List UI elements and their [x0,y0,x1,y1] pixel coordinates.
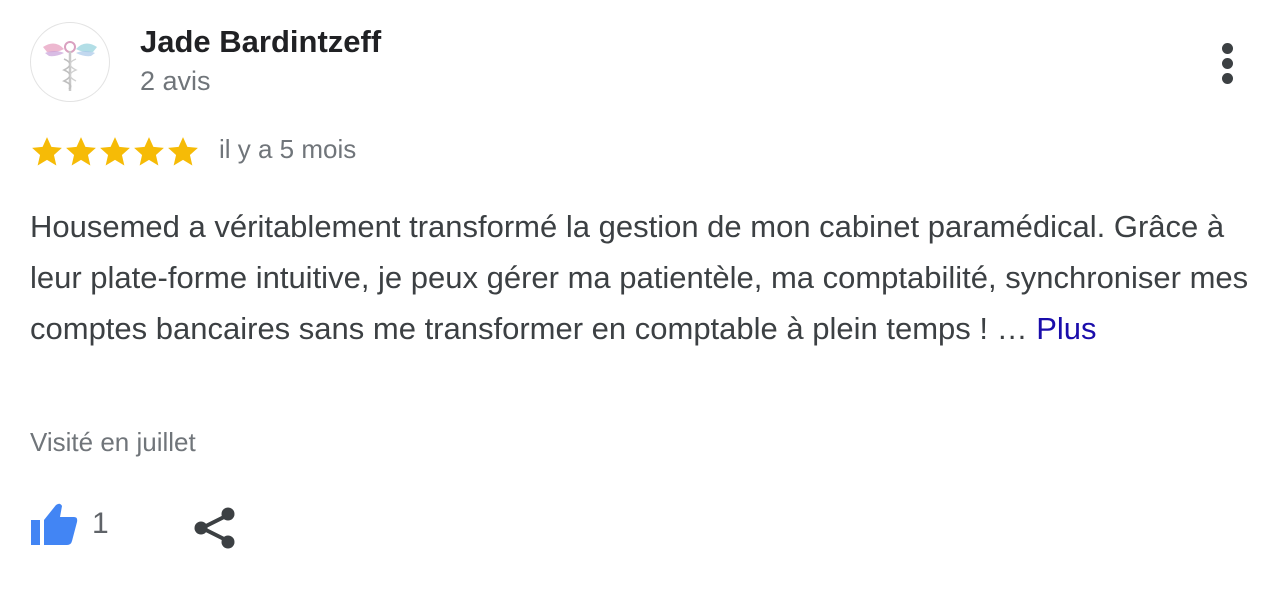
review-count[interactable]: 2 avis [140,66,211,97]
share-icon [194,507,235,549]
review-text: Housemed a véritablement transformé la g… [30,201,1270,354]
more-vertical-icon[interactable] [1208,38,1248,88]
reviewer-name[interactable]: Jade Bardintzeff [140,24,381,60]
star-icon [166,135,200,169]
menu-dot [1222,58,1233,69]
star-icon [98,135,132,169]
thumbs-up-icon [31,503,78,545]
avatar[interactable] [30,22,110,102]
menu-dot [1222,43,1233,54]
star-icon [132,135,166,169]
caduceus-logo-icon [43,41,97,91]
more-link[interactable]: Plus [1036,311,1096,346]
star-rating [30,132,200,172]
review-date: il y a 5 mois [219,134,357,164]
share-button[interactable] [192,505,238,556]
like-button[interactable]: 1 [30,502,109,546]
visited-date: Visité en juillet [30,427,196,457]
star-icon [30,135,64,169]
menu-dot [1222,73,1233,84]
like-count: 1 [92,507,109,540]
star-icon [64,135,98,169]
